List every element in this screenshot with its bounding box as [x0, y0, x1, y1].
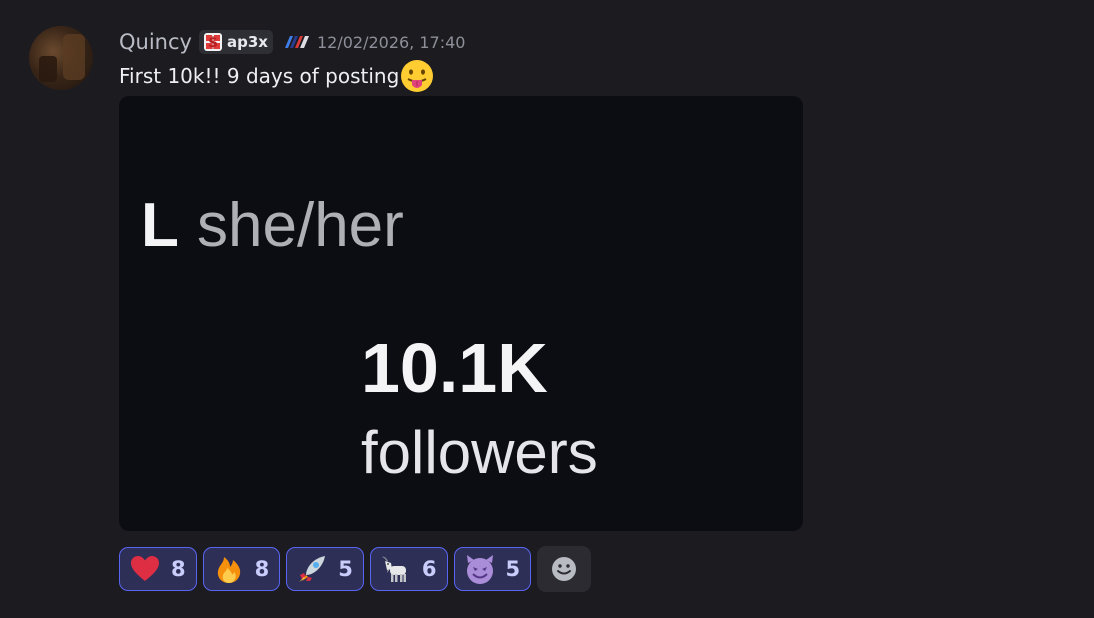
reaction-bar: 8 8 5 6 5	[119, 546, 592, 592]
rocket-icon	[299, 556, 326, 582]
attachment-follower-count: 10.1K	[361, 329, 548, 407]
attachment-pronouns: she/her	[197, 191, 404, 260]
reaction-rocket[interactable]: 5	[286, 547, 364, 591]
attachment-logo-letter: L	[141, 191, 179, 260]
fire-icon	[217, 557, 240, 583]
avatar[interactable]	[29, 26, 93, 90]
reaction-count: 5	[338, 557, 353, 581]
reaction-count: 8	[254, 557, 270, 581]
add-reaction-button[interactable]	[537, 546, 592, 592]
smiling-imp-icon	[466, 555, 493, 584]
guild-tag-icon: $	[203, 33, 222, 51]
avatar-photo-detail	[39, 56, 57, 82]
image-attachment[interactable]: L she/her 10.1K followers	[119, 96, 803, 531]
message-content: First 10k!! 9 days of posting	[119, 60, 435, 92]
message-text: First 10k!! 9 days of posting	[119, 64, 400, 88]
guild-tag-label: ap3x	[226, 33, 268, 51]
message-header: Quincy $ ap3x 12/02/2026, 17:40	[119, 28, 465, 56]
reaction-imp[interactable]: 5	[453, 547, 532, 591]
add-reaction-smiley-icon	[552, 557, 577, 581]
chat-message: Quincy $ ap3x 12/02/2026, 17:40 First 10…	[0, 0, 1094, 618]
reaction-count: 5	[505, 557, 521, 581]
reaction-count: 6	[421, 557, 437, 581]
reaction-count: 8	[171, 557, 186, 581]
m-stripes-badge-icon	[284, 36, 309, 48]
username[interactable]: Quincy	[119, 30, 192, 54]
message-timestamp: 12/02/2026, 17:40	[316, 32, 466, 52]
reaction-goat[interactable]: 6	[369, 547, 448, 591]
guild-tag[interactable]: $ ap3x	[198, 30, 273, 54]
face-with-tongue-icon	[401, 60, 434, 92]
red-heart-icon	[131, 556, 159, 581]
goat-icon	[381, 556, 406, 582]
reaction-heart[interactable]: 8	[119, 547, 197, 591]
attachment-follower-label: followers	[361, 419, 598, 486]
reaction-fire[interactable]: 8	[202, 547, 281, 591]
avatar-photo-detail	[63, 34, 85, 80]
svg-text:$: $	[208, 35, 218, 51]
